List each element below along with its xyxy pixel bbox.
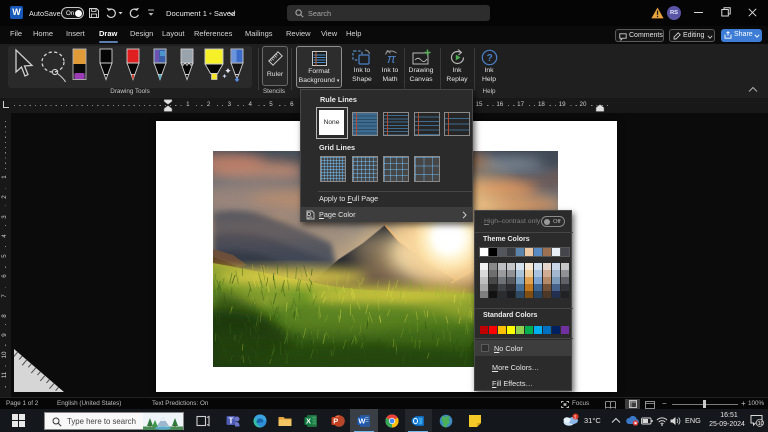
svg-text:W: W (358, 417, 366, 426)
svg-text:?: ? (487, 53, 493, 64)
svg-text:10: 10 (758, 421, 764, 427)
svg-text:π: π (387, 51, 396, 66)
svg-text:P: P (333, 417, 338, 426)
svg-text:T: T (229, 417, 234, 426)
svg-text:X: X (306, 417, 311, 426)
